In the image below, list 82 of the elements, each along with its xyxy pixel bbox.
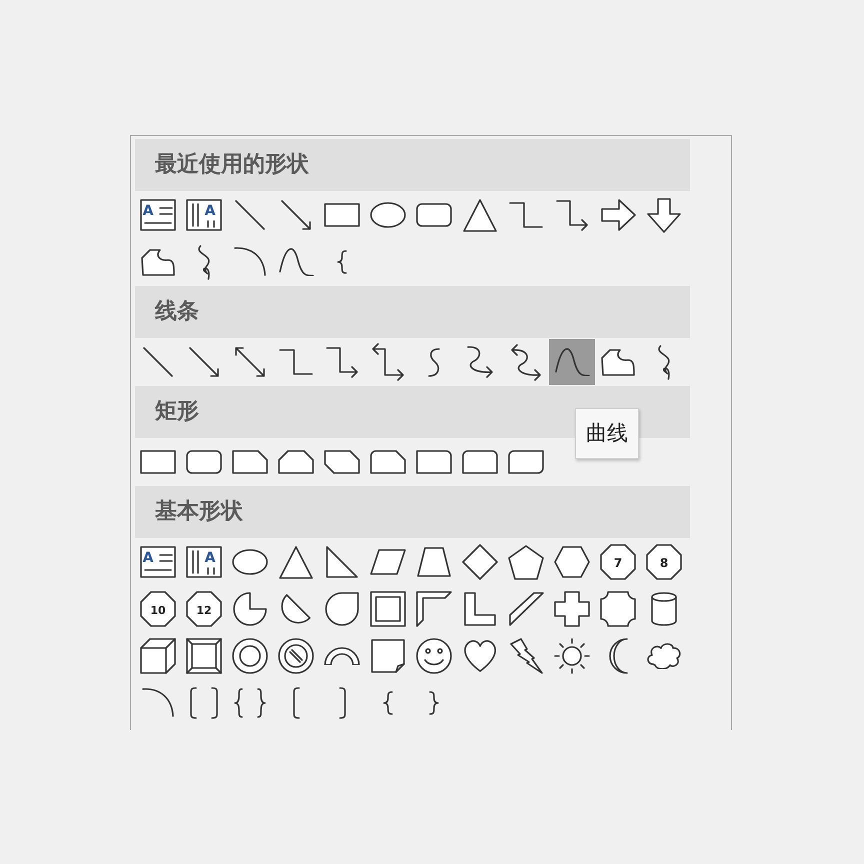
rectangle-icon: [324, 203, 360, 227]
elbow-connector-icon: [279, 349, 313, 375]
hexagon-icon: [554, 546, 590, 578]
line-icon: [143, 347, 173, 377]
right-arrow-icon: [600, 199, 636, 231]
cylinder-icon: [651, 592, 677, 626]
section-title: 最近使用的形状: [155, 152, 309, 178]
line-icon: [235, 200, 265, 230]
freeform-icon: [141, 248, 175, 276]
tooltip: 曲线: [575, 408, 639, 460]
arc-icon: [234, 247, 266, 277]
shape-tool[interactable]: A: [135, 192, 181, 238]
half-frame-icon: [416, 591, 452, 627]
double-arrow-line-icon: [235, 347, 265, 377]
rounded-rectangle-icon: [186, 450, 222, 474]
shape-tool[interactable]: A: [181, 192, 227, 238]
curved-arrow-connector-icon: [467, 346, 493, 378]
scribble-icon: [658, 344, 670, 380]
round-diagonal-rectangle-icon: [508, 450, 544, 474]
section-title: 线条: [155, 298, 199, 326]
section-title: 矩形: [155, 398, 199, 426]
elbow-connector-icon: [509, 202, 543, 228]
bracket-pair-icon: [190, 687, 218, 719]
curve-icon: [278, 248, 314, 276]
elbow-arrow-connector-icon: [556, 200, 588, 230]
vertical-text-box-icon: A: [186, 546, 222, 578]
curved-connector-icon: [428, 348, 440, 376]
right-bracket-icon: [338, 687, 346, 719]
pentagon-icon: [508, 544, 544, 580]
section-title: 基本形状: [155, 498, 243, 526]
moon-icon: [608, 638, 628, 674]
cloud-icon: [647, 642, 681, 670]
scribble-icon: [198, 244, 210, 280]
bevel-icon: [186, 638, 222, 674]
text-box-icon: A: [140, 199, 176, 231]
cross-icon: [554, 591, 590, 627]
curve-icon: [554, 348, 590, 376]
round-corner-rectangle-icon: [416, 450, 452, 474]
no-symbol-icon: [278, 638, 314, 674]
smiley-icon: [416, 638, 452, 674]
right-triangle-icon: [326, 546, 358, 578]
right-brace-icon: [429, 691, 439, 715]
shape-tool[interactable]: A: [181, 539, 227, 585]
frame-icon: [370, 591, 406, 627]
triangle-icon: [279, 546, 313, 578]
l-shape-icon: [464, 592, 496, 626]
plaque-icon: [600, 591, 636, 627]
diagonal-stripe-icon: [508, 592, 544, 626]
arrow-line-icon: [189, 347, 219, 377]
arc-icon: [142, 688, 174, 718]
heart-icon: [464, 640, 496, 672]
left-brace-icon: [383, 691, 393, 715]
text-box-icon: A: [140, 546, 176, 578]
rectangle-icon: [140, 450, 176, 474]
left-bracket-icon: [292, 687, 300, 719]
chord-icon: [281, 594, 311, 624]
rounded-rectangle-icon: [416, 203, 452, 227]
brace-pair-icon: [234, 688, 266, 718]
trapezoid-icon: [417, 547, 451, 577]
donut-icon: [232, 638, 268, 674]
folded-corner-icon: [371, 639, 405, 673]
down-arrow-icon: [647, 198, 681, 232]
block-arc-icon: [324, 646, 360, 666]
diamond-icon: [462, 544, 498, 580]
arrow-line-icon: [281, 200, 311, 230]
cube-icon: [140, 638, 176, 674]
elbow-arrow-connector-icon: [326, 346, 358, 378]
lightning-icon: [510, 638, 542, 674]
freeform-icon: [601, 348, 635, 376]
curved-double-arrow-connector-icon: [511, 344, 541, 380]
elbow-double-arrow-connector-icon: [372, 343, 404, 381]
sun-icon: [554, 638, 590, 674]
pie-icon: [233, 592, 267, 626]
ellipse-icon: [370, 202, 406, 228]
teardrop-icon: [325, 592, 359, 626]
ellipse-icon: [232, 549, 268, 575]
left-brace-icon: [337, 250, 347, 274]
vertical-text-box-icon: A: [186, 199, 222, 231]
parallelogram-icon: [370, 549, 406, 575]
shape-tool[interactable]: A: [135, 539, 181, 585]
round-same-side-rectangle-icon: [462, 450, 498, 474]
triangle-icon: [463, 198, 497, 232]
